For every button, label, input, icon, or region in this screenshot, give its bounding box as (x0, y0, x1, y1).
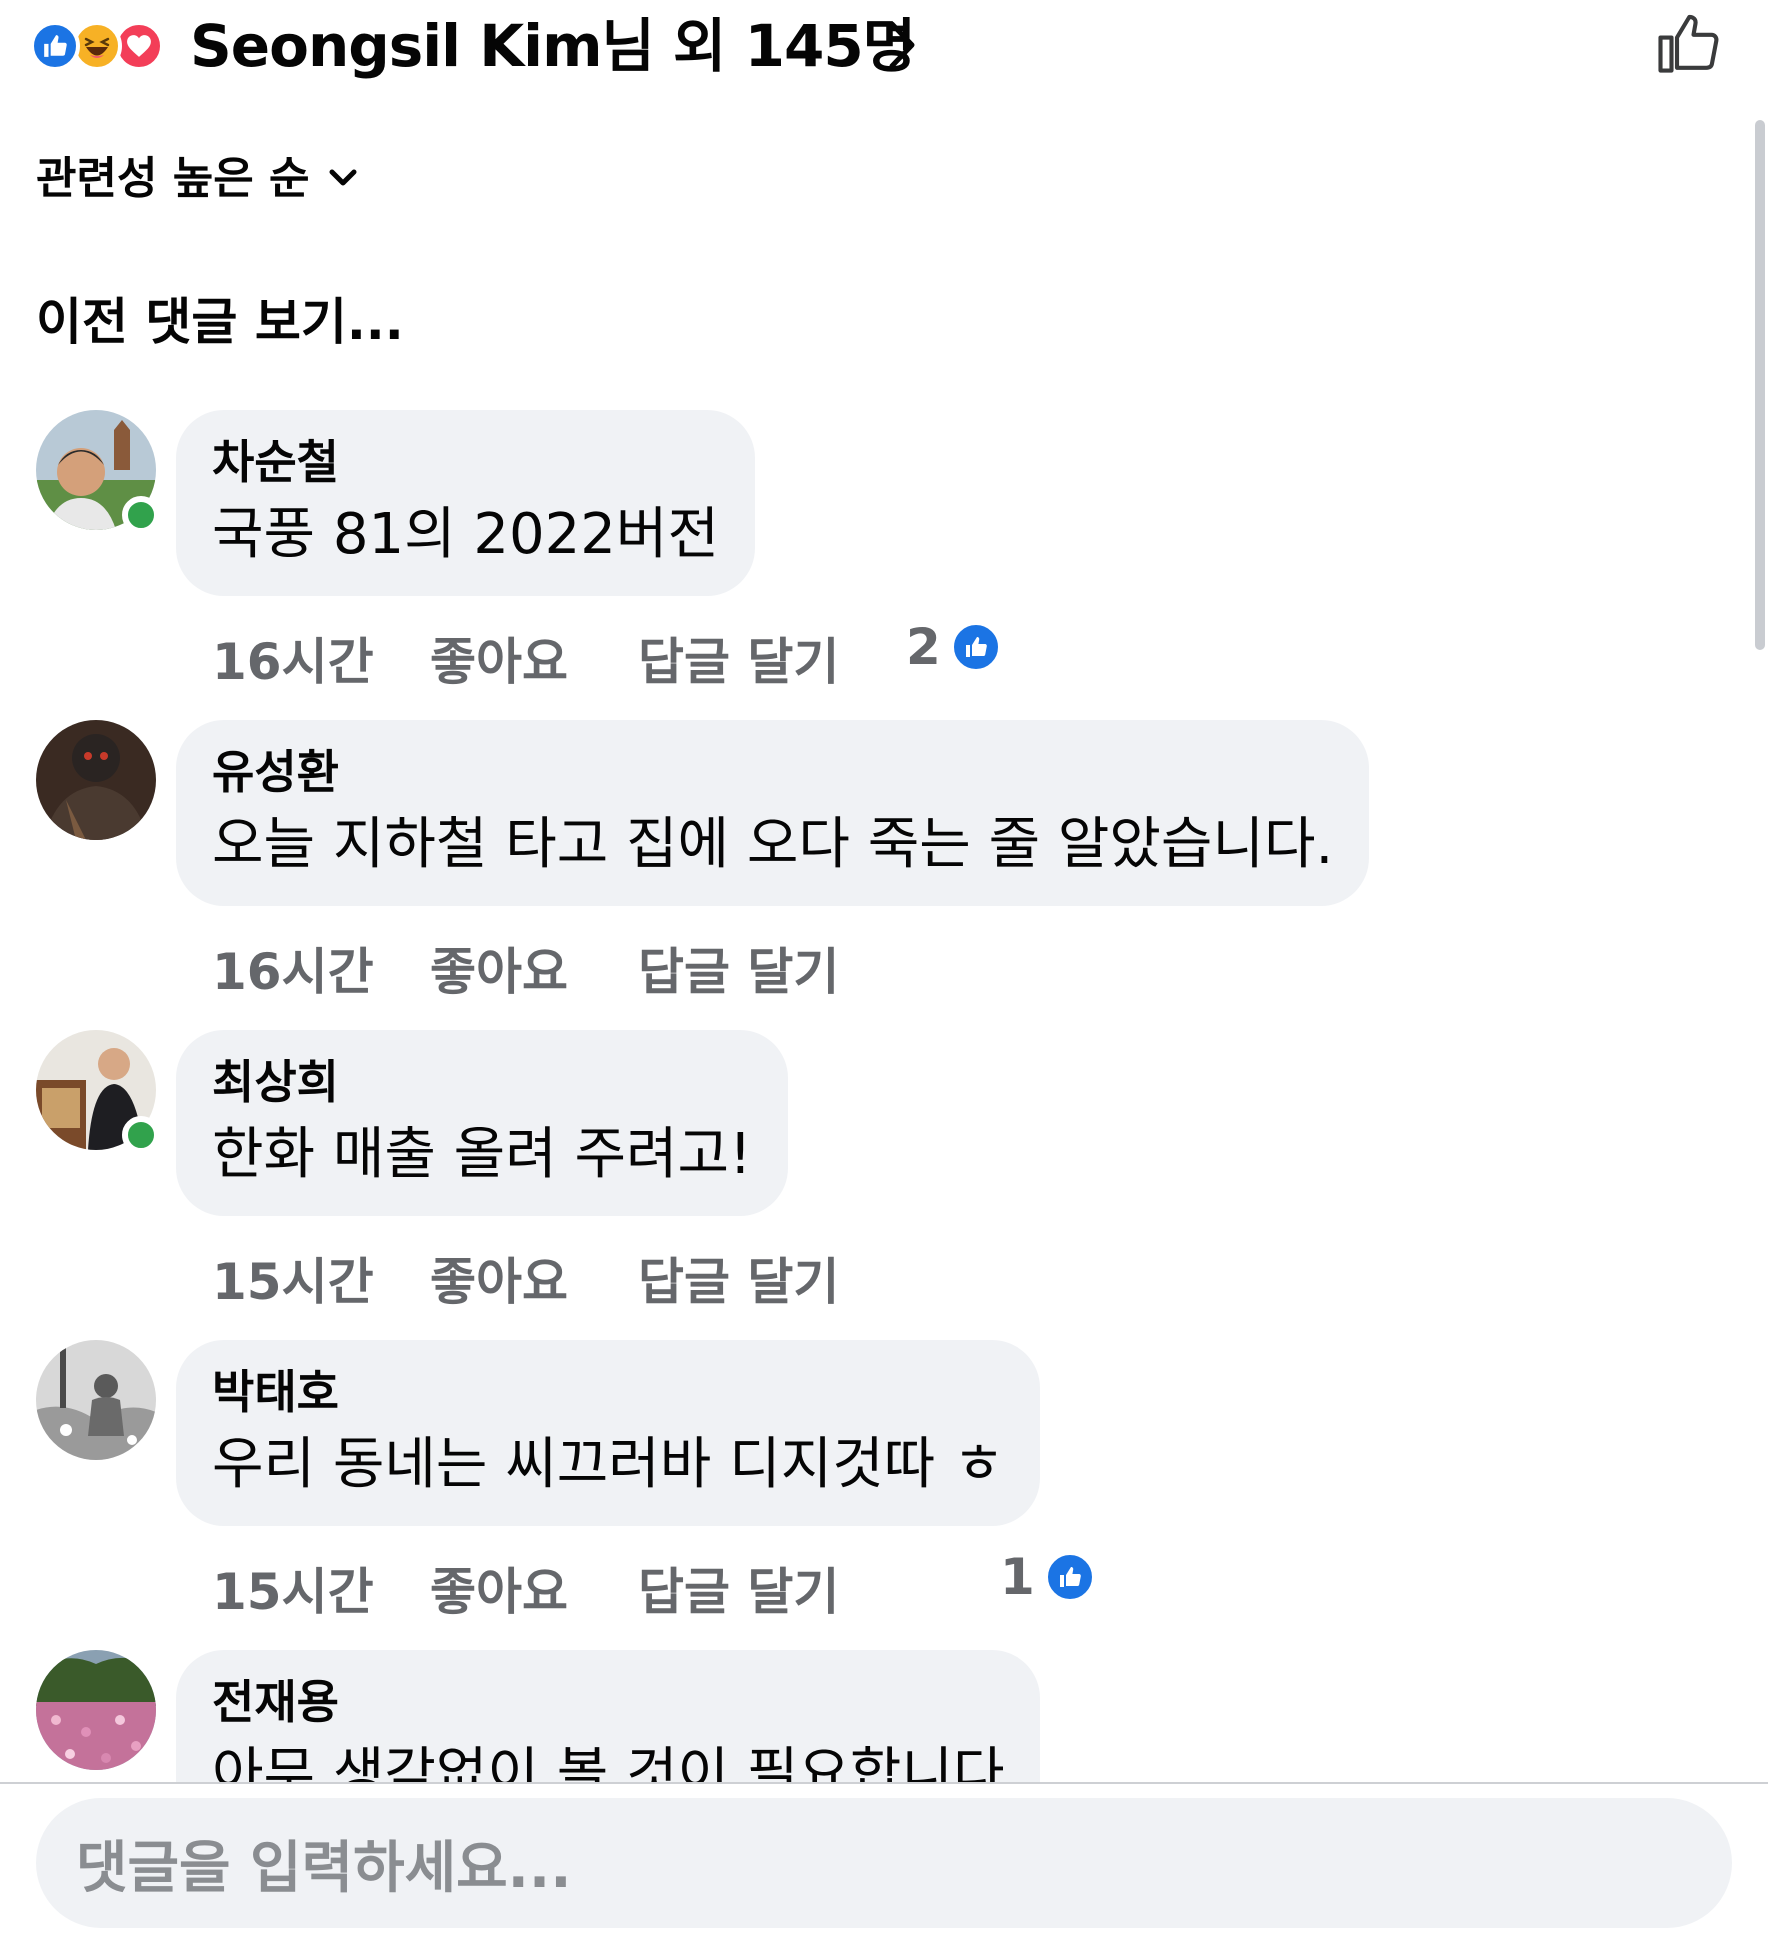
avatar[interactable] (36, 1340, 156, 1460)
comment-like-count[interactable]: 1 (1000, 1548, 1095, 1606)
comment-bubble[interactable]: 유성환 오늘 지하철 타고 집에 오다 죽는 줄 알았습니다. (176, 720, 1370, 906)
like-button[interactable]: 좋아요 (430, 1242, 568, 1314)
comment-bubble[interactable]: 박태호 우리 동네는 씨끄러바 디지것따 ㅎ (176, 1340, 1041, 1526)
chevron-right-icon[interactable] (882, 18, 922, 76)
like-count-number: 2 (906, 618, 941, 676)
comment-bubble[interactable]: 차순철 국풍 81의 2022버전 (176, 410, 755, 596)
comment-like-count[interactable]: 2 (906, 618, 1001, 676)
comment-text: 아무 생각없이 볼 것이 필요합니다 (212, 1742, 1005, 1782)
comment-text: 우리 동네는 씨끄러바 디지것따 ㅎ (212, 1432, 1005, 1497)
sort-dropdown[interactable]: 관련성 높은 순 (36, 142, 358, 206)
thumbs-up-outline-icon[interactable] (1655, 10, 1721, 80)
comment-input[interactable]: 댓글을 입력하세요... (36, 1798, 1732, 1928)
commenter-name[interactable]: 유성환 (212, 740, 1333, 804)
avatar[interactable] (36, 1650, 156, 1770)
comment-text: 오늘 지하철 타고 집에 오다 죽는 줄 알았습니다. (212, 812, 1334, 877)
reply-button[interactable]: 답글 달기 (638, 1242, 839, 1314)
comment-text: 한화 매출 올려 주려고! (212, 1122, 752, 1187)
comment-bubble[interactable]: 최상희 한화 매출 올려 주려고! (176, 1030, 788, 1216)
commenter-name[interactable]: 최상희 (212, 1050, 752, 1114)
reaction-summary[interactable]: Seongsil Kim님 외 145명 (190, 10, 916, 82)
comment-composer: 댓글을 입력하세요... (0, 1784, 1768, 1943)
chevron-down-icon (328, 149, 358, 200)
online-status-indicator (122, 1116, 160, 1154)
reaction-icons[interactable] (30, 18, 164, 74)
like-count-number: 1 (1000, 1548, 1035, 1606)
commenter-name[interactable]: 박태호 (212, 1360, 1004, 1424)
like-button[interactable]: 좋아요 (430, 932, 568, 1004)
comment-item: 전재용 아무 생각없이 볼 것이 필요합니다 (0, 1650, 1768, 1782)
comment-time: 15시간 (212, 1563, 374, 1621)
comment-time: 16시간 (212, 943, 374, 1001)
view-previous-comments-link[interactable]: 이전 댓글 보기... (36, 282, 404, 354)
avatar[interactable] (36, 720, 156, 840)
online-status-indicator (122, 496, 160, 534)
reactions-header: Seongsil Kim님 외 145명 (0, 0, 1768, 100)
commenter-name[interactable]: 전재용 (212, 1670, 1004, 1734)
comment-time: 16시간 (212, 633, 374, 691)
comment-time: 15시간 (212, 1253, 374, 1311)
reply-button[interactable]: 답글 달기 (638, 622, 839, 694)
like-reaction-icon (30, 21, 80, 71)
like-reaction-icon (1044, 1552, 1095, 1602)
like-button[interactable]: 좋아요 (430, 622, 568, 694)
commenter-name[interactable]: 차순철 (212, 430, 719, 494)
sort-label: 관련성 높은 순 (36, 153, 310, 204)
like-button[interactable]: 좋아요 (430, 1552, 568, 1624)
reply-button[interactable]: 답글 달기 (638, 932, 839, 1004)
like-reaction-icon (950, 622, 1001, 672)
scrollbar[interactable] (1755, 120, 1765, 650)
comment-text: 국풍 81의 2022버전 (212, 502, 719, 567)
comment-bubble[interactable]: 전재용 아무 생각없이 볼 것이 필요합니다 (176, 1650, 1041, 1782)
reply-button[interactable]: 답글 달기 (638, 1552, 839, 1624)
